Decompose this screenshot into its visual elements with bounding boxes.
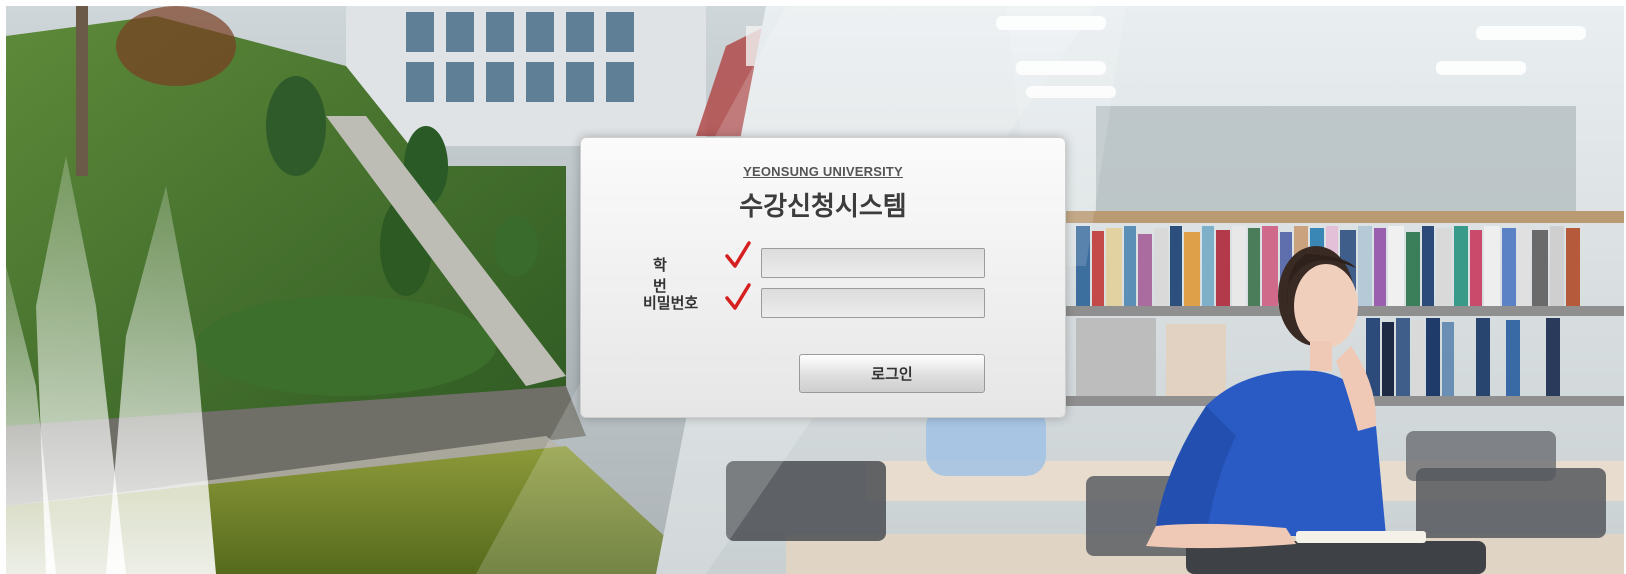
check-icon: [725, 283, 751, 310]
page-title: 수강신청시스템: [739, 192, 907, 222]
student-id-input[interactable]: [761, 248, 985, 278]
check-icon: [725, 241, 751, 268]
student-id-label: 학 번: [653, 256, 693, 295]
password-label: 비밀번호: [643, 294, 699, 312]
login-button[interactable]: 로그인: [799, 354, 985, 393]
password-input[interactable]: [761, 288, 985, 318]
login-panel: YEONSUNG UNIVERSITY 수강신청시스템 학 번 비밀번호 로그인: [580, 137, 1066, 418]
university-name: YEONSUNG UNIVERSITY: [743, 164, 903, 179]
